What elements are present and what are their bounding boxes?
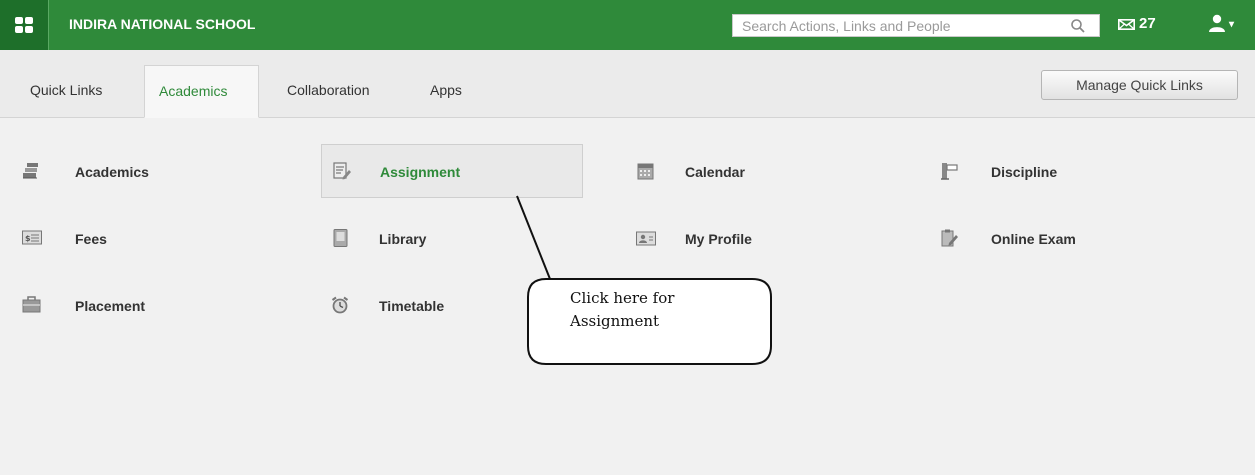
- search-input[interactable]: [733, 15, 1072, 36]
- svg-text:$: $: [25, 234, 31, 243]
- annotation-line-1: Click here for: [570, 289, 675, 307]
- search-icon[interactable]: [1070, 18, 1086, 34]
- tab-quick-links[interactable]: Quick Links: [14, 65, 132, 118]
- annotation-text: Click here for Assignment: [570, 287, 770, 333]
- assignment-icon: [333, 162, 351, 180]
- message-count: 27: [1139, 15, 1156, 32]
- manage-quick-links-button[interactable]: Manage Quick Links: [1041, 70, 1238, 100]
- link-calendar[interactable]: Calendar: [636, 145, 898, 199]
- online-exam-icon: [941, 229, 958, 247]
- link-fees[interactable]: $ Fees: [22, 212, 284, 266]
- tab-apps[interactable]: Apps: [415, 65, 487, 118]
- calendar-icon: [637, 163, 654, 180]
- school-name[interactable]: INDIRA NATIONAL SCHOOL: [69, 16, 255, 32]
- link-academics[interactable]: Academics: [22, 145, 284, 199]
- user-menu-caret-icon[interactable]: ▾: [1229, 19, 1234, 30]
- link-discipline[interactable]: Discipline: [940, 145, 1202, 199]
- link-timetable[interactable]: Timetable: [331, 279, 593, 333]
- annotation-line-2: Assignment: [570, 312, 660, 330]
- link-online-exam[interactable]: Online Exam: [940, 212, 1202, 266]
- link-placement[interactable]: Placement: [22, 279, 284, 333]
- profile-card-icon: [636, 231, 656, 246]
- apps-grid-icon: [15, 17, 33, 33]
- briefcase-icon: [22, 296, 41, 313]
- top-navigation-bar: INDIRA NATIONAL SCHOOL 27 ▾: [0, 0, 1255, 50]
- tab-collaboration[interactable]: Collaboration: [271, 65, 401, 118]
- discipline-icon: [941, 163, 958, 180]
- search-box: [732, 14, 1100, 37]
- user-icon[interactable]: [1207, 13, 1227, 33]
- envelope-icon: [1118, 19, 1135, 30]
- apps-menu-button[interactable]: [0, 0, 49, 50]
- alarm-clock-icon: [331, 296, 349, 314]
- fees-icon: $: [22, 230, 42, 245]
- books-icon: [23, 163, 38, 179]
- link-library[interactable]: Library: [331, 212, 593, 266]
- library-icon: [333, 229, 348, 247]
- tab-academics[interactable]: Academics: [144, 65, 259, 118]
- link-my-profile[interactable]: My Profile: [636, 212, 898, 266]
- link-assignment[interactable]: Assignment: [321, 144, 583, 198]
